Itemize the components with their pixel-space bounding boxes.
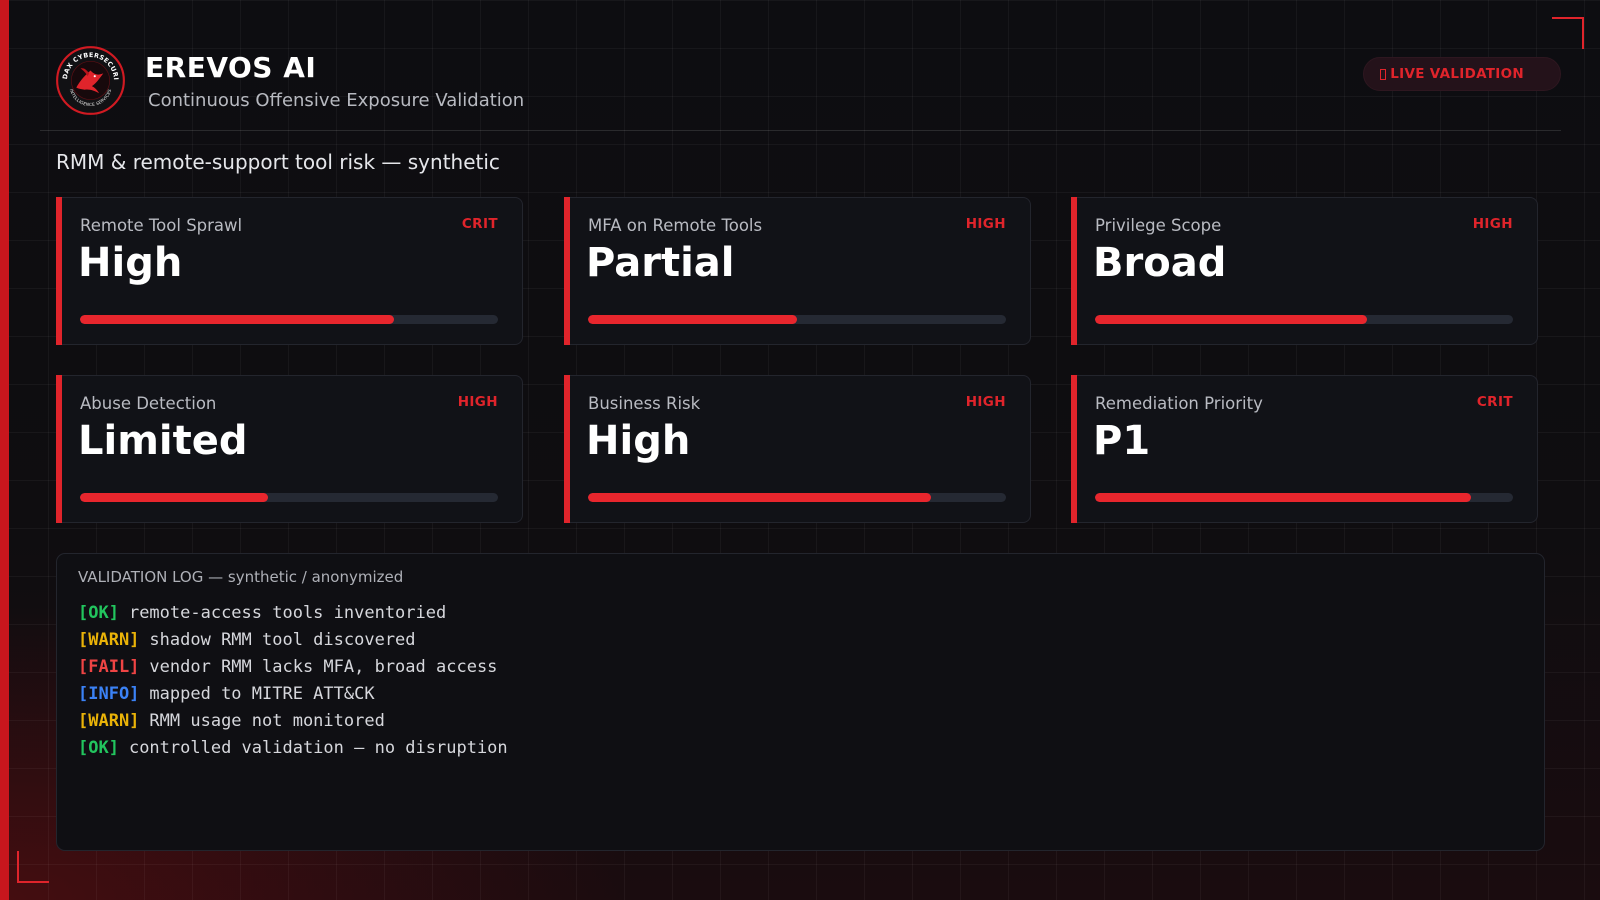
metric-label: Privilege Scope — [1095, 216, 1222, 235]
risk-level-bar — [588, 315, 1006, 324]
validation-log-lines: [OK] remote-access tools inventoried [WAR… — [78, 600, 508, 762]
severity-badge: CRIT — [461, 216, 498, 232]
metric-value: Broad — [1093, 240, 1227, 286]
metric-value: Limited — [78, 418, 248, 464]
corner-bracket-bottom-left — [17, 851, 49, 883]
log-status-tag: [FAIL] — [78, 657, 140, 677]
severity-badge: CRIT — [1476, 394, 1513, 410]
risk-level-bar — [80, 315, 498, 324]
risk-level-fill — [1095, 493, 1472, 502]
metric-card-remote-tool-sprawl[interactable]: Remote Tool Sprawl CRIT High — [56, 197, 523, 345]
metric-value: P1 — [1093, 418, 1151, 464]
metric-value: Partial — [586, 240, 735, 286]
risk-level-bar — [1095, 315, 1513, 324]
metric-label: MFA on Remote Tools — [588, 216, 763, 235]
log-message: shadow RMM tool discovered — [149, 630, 416, 650]
log-message: mapped to MITRE ATT&CK — [149, 684, 375, 704]
audax-eagle-logo: AUDAX CYBERSECURITY INTELLIGENCE SERVICE… — [55, 45, 125, 115]
log-line: [WARN] RMM usage not monitored — [78, 708, 508, 735]
log-line: [WARN] shadow RMM tool discovered — [78, 627, 508, 654]
risk-level-bar — [1095, 493, 1513, 502]
log-status-tag: [WARN] — [78, 711, 140, 731]
severity-badge: HIGH — [965, 216, 1006, 232]
log-message: remote-access tools inventoried — [128, 603, 447, 623]
severity-badge: HIGH — [1472, 216, 1513, 232]
risk-level-bar — [80, 493, 498, 502]
severity-badge: HIGH — [965, 394, 1006, 410]
dashboard-stage: AUDAX CYBERSECURITY INTELLIGENCE SERVICE… — [0, 0, 1600, 900]
log-message: controlled validation — no disruption — [128, 738, 508, 758]
metric-value: High — [78, 240, 183, 286]
log-message: vendor RMM lacks MFA, broad access — [149, 657, 498, 677]
risk-level-fill — [588, 493, 931, 502]
severity-badge: HIGH — [457, 394, 498, 410]
log-status-tag: [WARN] — [78, 630, 140, 650]
section-title: RMM & remote-support tool risk — synthet… — [56, 150, 500, 174]
metric-card-privilege-scope[interactable]: Privilege Scope HIGH Broad — [1071, 197, 1538, 345]
accent-side-bar — [0, 0, 9, 900]
metric-card-remediation-priority[interactable]: Remediation Priority CRIT P1 — [1071, 375, 1538, 523]
log-line: [OK] controlled validation — no disruptio… — [78, 735, 508, 762]
metric-card-abuse-detection[interactable]: Abuse Detection HIGH Limited — [56, 375, 523, 523]
log-line: [OK] remote-access tools inventoried — [78, 600, 508, 627]
risk-level-fill — [588, 315, 797, 324]
risk-level-fill — [80, 493, 269, 502]
risk-level-fill — [80, 315, 394, 324]
metric-label: Remote Tool Sprawl — [80, 216, 243, 235]
metric-card-business-risk[interactable]: Business Risk HIGH High — [564, 375, 1031, 523]
log-line: [FAIL] vendor RMM lacks MFA, broad access — [78, 654, 508, 681]
app-subtitle: Continuous Offensive Exposure Validation — [148, 90, 525, 111]
metric-label: Business Risk — [588, 394, 701, 413]
risk-level-fill — [1095, 315, 1367, 324]
metric-label: Abuse Detection — [80, 394, 217, 413]
metric-label: Remediation Priority — [1095, 394, 1263, 413]
metric-card-mfa-on-remote-tools[interactable]: MFA on Remote Tools HIGH Partial — [564, 197, 1031, 345]
validation-log-title: VALIDATION LOG — synthetic / anonymized — [78, 568, 404, 586]
app-title: EREVOS AI — [145, 51, 317, 84]
live-validation-badge[interactable]: LIVE VALIDATION — [1363, 57, 1561, 91]
page-header: AUDAX CYBERSECURITY INTELLIGENCE SERVICE… — [40, 40, 1561, 131]
log-line: [INFO] mapped to MITRE ATT&CK — [78, 681, 508, 708]
metric-value: High — [586, 418, 691, 464]
risk-level-bar — [588, 493, 1006, 502]
log-status-tag: [OK] — [78, 603, 119, 623]
live-indicator-icon — [1380, 68, 1387, 80]
log-status-tag: [INFO] — [78, 684, 140, 704]
live-validation-label: LIVE VALIDATION — [1390, 66, 1524, 82]
validation-log-panel[interactable]: VALIDATION LOG — synthetic / anonymized … — [56, 553, 1545, 851]
log-message: RMM usage not monitored — [149, 711, 385, 731]
log-status-tag: [OK] — [78, 738, 119, 758]
